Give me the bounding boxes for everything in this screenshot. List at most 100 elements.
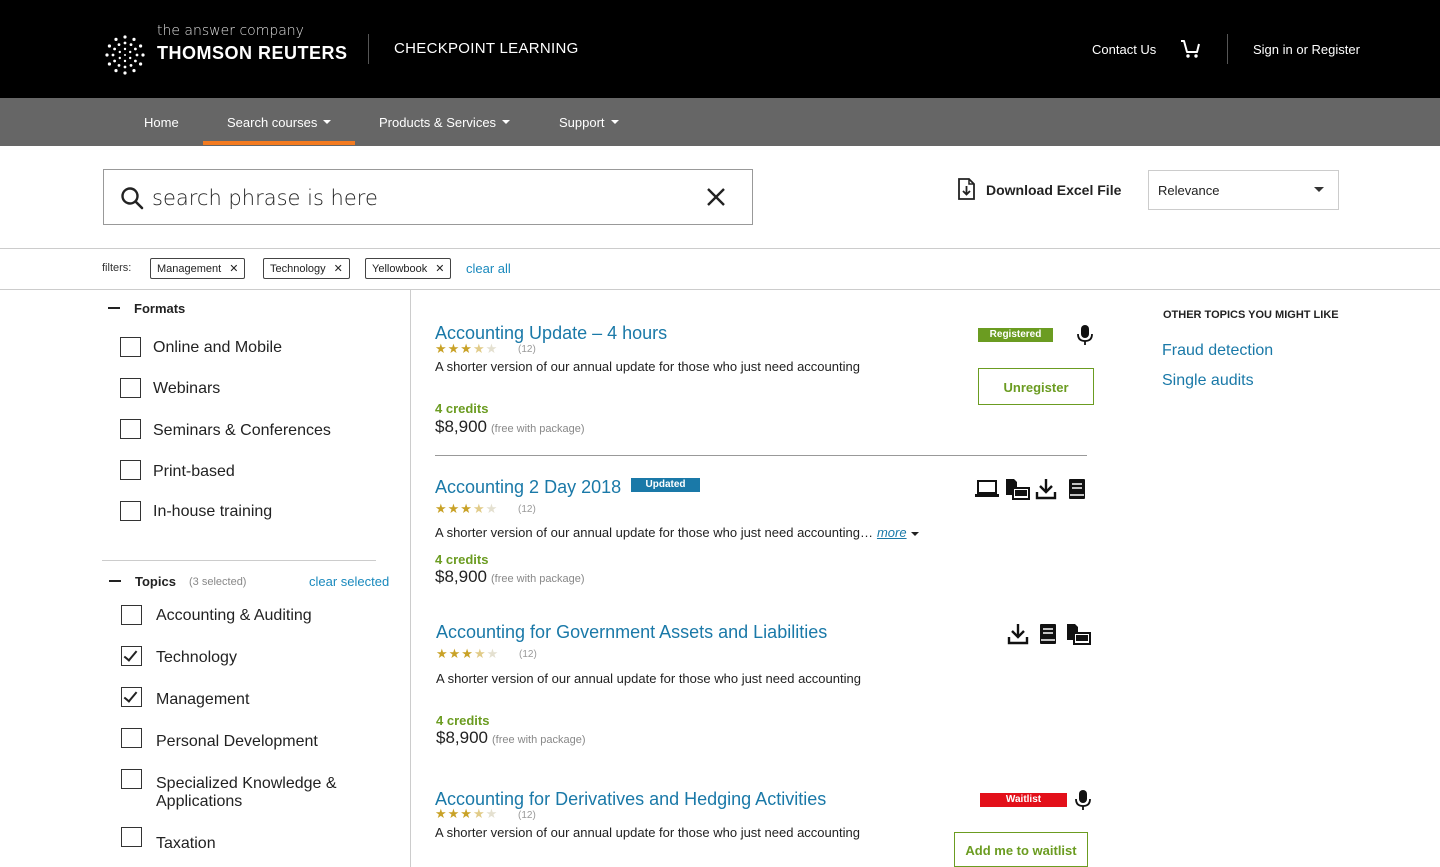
cart-icon[interactable] [1180,38,1202,60]
course-description: A shorter version of our annual update f… [435,825,860,840]
topic-checkbox[interactable] [121,827,142,847]
format-label[interactable]: Webinars [153,380,220,398]
price-value: $8,900 [435,417,487,436]
review-count: (12) [518,504,536,515]
book-icon [1040,624,1056,644]
course-credits: 4 credits [435,552,489,567]
nav-search-courses[interactable]: Search courses [227,98,332,146]
download-file-icon[interactable] [957,178,975,200]
topics-selected-count: (3 selected) [189,576,247,588]
review-count: (12) [518,810,536,821]
clear-selected-link[interactable]: clear selected [309,574,389,589]
star-rating: ★★★★★ [436,646,500,661]
microphone-icon [1077,325,1093,345]
format-label[interactable]: Print-based [153,463,235,481]
star-rating: ★★★★★ [435,806,499,821]
price-note: (free with package) [491,423,585,435]
format-checkbox[interactable] [120,378,141,398]
nav-products-services[interactable]: Products & Services [379,98,511,146]
microphone-icon [1075,790,1091,810]
filter-chip[interactable]: Management ✕ [150,258,246,279]
contact-us-link[interactable]: Contact Us [1092,42,1156,57]
unregister-button[interactable]: Unregister [978,368,1094,405]
formats-heading[interactable]: Formats [134,301,185,316]
course-price: $8,900 (free with package) [436,728,586,748]
download-icon [1035,479,1057,500]
topic-label[interactable]: Personal Development [156,733,318,751]
thomson-reuters-logo[interactable]: the answer company THOMSON REUTERS [104,22,354,76]
close-icon[interactable]: ✕ [334,263,343,275]
nav-products-label: Products & Services [379,115,497,130]
price-note: (free with package) [492,734,586,746]
filters-label: filters: [102,262,132,274]
format-checkbox[interactable] [120,460,141,480]
nav-home[interactable]: Home [144,98,179,146]
course-description: A shorter version of our annual update f… [435,525,919,540]
topic-checkbox[interactable] [121,605,142,625]
nav-support[interactable]: Support [559,98,619,146]
topic-label[interactable]: Specialized Knowledge & Applications [156,775,356,811]
star-rating: ★★★★★ [435,341,499,356]
format-checkbox[interactable] [120,419,141,439]
course-description: A shorter version of our annual update f… [435,359,860,374]
chevron-down-icon[interactable] [910,531,919,536]
clear-all-link[interactable]: clear all [466,261,511,276]
status-badge: Registered [978,328,1053,342]
filter-chip-label: Yellowbook [372,263,428,275]
nav-active-indicator [203,141,355,145]
topic-link[interactable]: Single audits [1162,372,1254,390]
collapse-icon[interactable] [108,307,120,309]
format-checkbox[interactable] [120,501,141,521]
filter-chip-label: Management [157,263,222,275]
format-label[interactable]: Seminars & Conferences [153,422,331,440]
course-price: $8,900 (free with package) [435,417,585,437]
print-mobile-icon [1067,624,1091,645]
close-icon[interactable] [704,185,728,209]
course-title-link[interactable]: Accounting 2 Day 2018 [435,477,621,498]
other-topics-heading: OTHER TOPICS YOU MIGHT LIKE [1163,309,1339,321]
more-link[interactable]: more [877,525,907,540]
course-description: A shorter version of our annual update f… [436,671,861,686]
course-title-link[interactable]: Accounting for Government Assets and Lia… [436,622,827,643]
price-note: (free with package) [491,573,585,585]
price-value: $8,900 [435,567,487,586]
price-value: $8,900 [436,728,488,747]
sort-select[interactable]: Relevance [1148,170,1339,210]
sign-in-link[interactable]: Sign in or Register [1253,42,1360,57]
format-label[interactable]: Online and Mobile [153,339,282,357]
topic-label[interactable]: Management [156,691,249,709]
filter-chip[interactable]: Yellowbook ✕ [365,258,452,279]
close-icon[interactable]: ✕ [435,263,444,275]
topic-checkbox[interactable] [121,646,142,666]
topic-label[interactable]: Taxation [156,835,216,853]
topic-label[interactable]: Accounting & Auditing [156,607,312,625]
site-header: the answer company THOMSON REUTERS CHECK… [0,0,1440,98]
course-description-text: A shorter version of our annual update f… [435,525,873,540]
close-icon[interactable]: ✕ [229,263,238,275]
collapse-icon[interactable] [109,580,121,582]
topic-link[interactable]: Fraud detection [1162,342,1273,360]
search-input[interactable]: search phrase is here [152,186,378,210]
divider [0,289,1440,290]
star-rating: ★★★★★ [435,501,499,516]
topic-label[interactable]: Technology [156,649,237,667]
course-price: $8,900 (free with package) [435,567,585,587]
format-label[interactable]: In-house training [153,503,272,521]
topic-checkbox[interactable] [121,728,142,748]
add-to-waitlist-button[interactable]: Add me to waitlist [954,832,1088,867]
nav-support-label: Support [559,115,605,130]
topics-heading[interactable]: Topics [135,574,176,589]
chevron-down-icon [610,119,619,124]
topic-checkbox[interactable] [121,687,142,707]
topic-checkbox[interactable] [121,769,142,789]
header-divider [1227,34,1228,64]
search-field[interactable]: search phrase is here [103,169,753,225]
laptop-icon [975,480,999,497]
format-checkbox[interactable] [120,337,141,357]
search-icon [121,187,144,210]
download-excel-button[interactable]: Download Excel File [986,182,1121,198]
header-divider [368,34,369,64]
product-name[interactable]: CHECKPOINT LEARNING [394,40,579,57]
filter-chip[interactable]: Technology ✕ [263,258,350,279]
status-badge: Waitlist [980,793,1067,807]
